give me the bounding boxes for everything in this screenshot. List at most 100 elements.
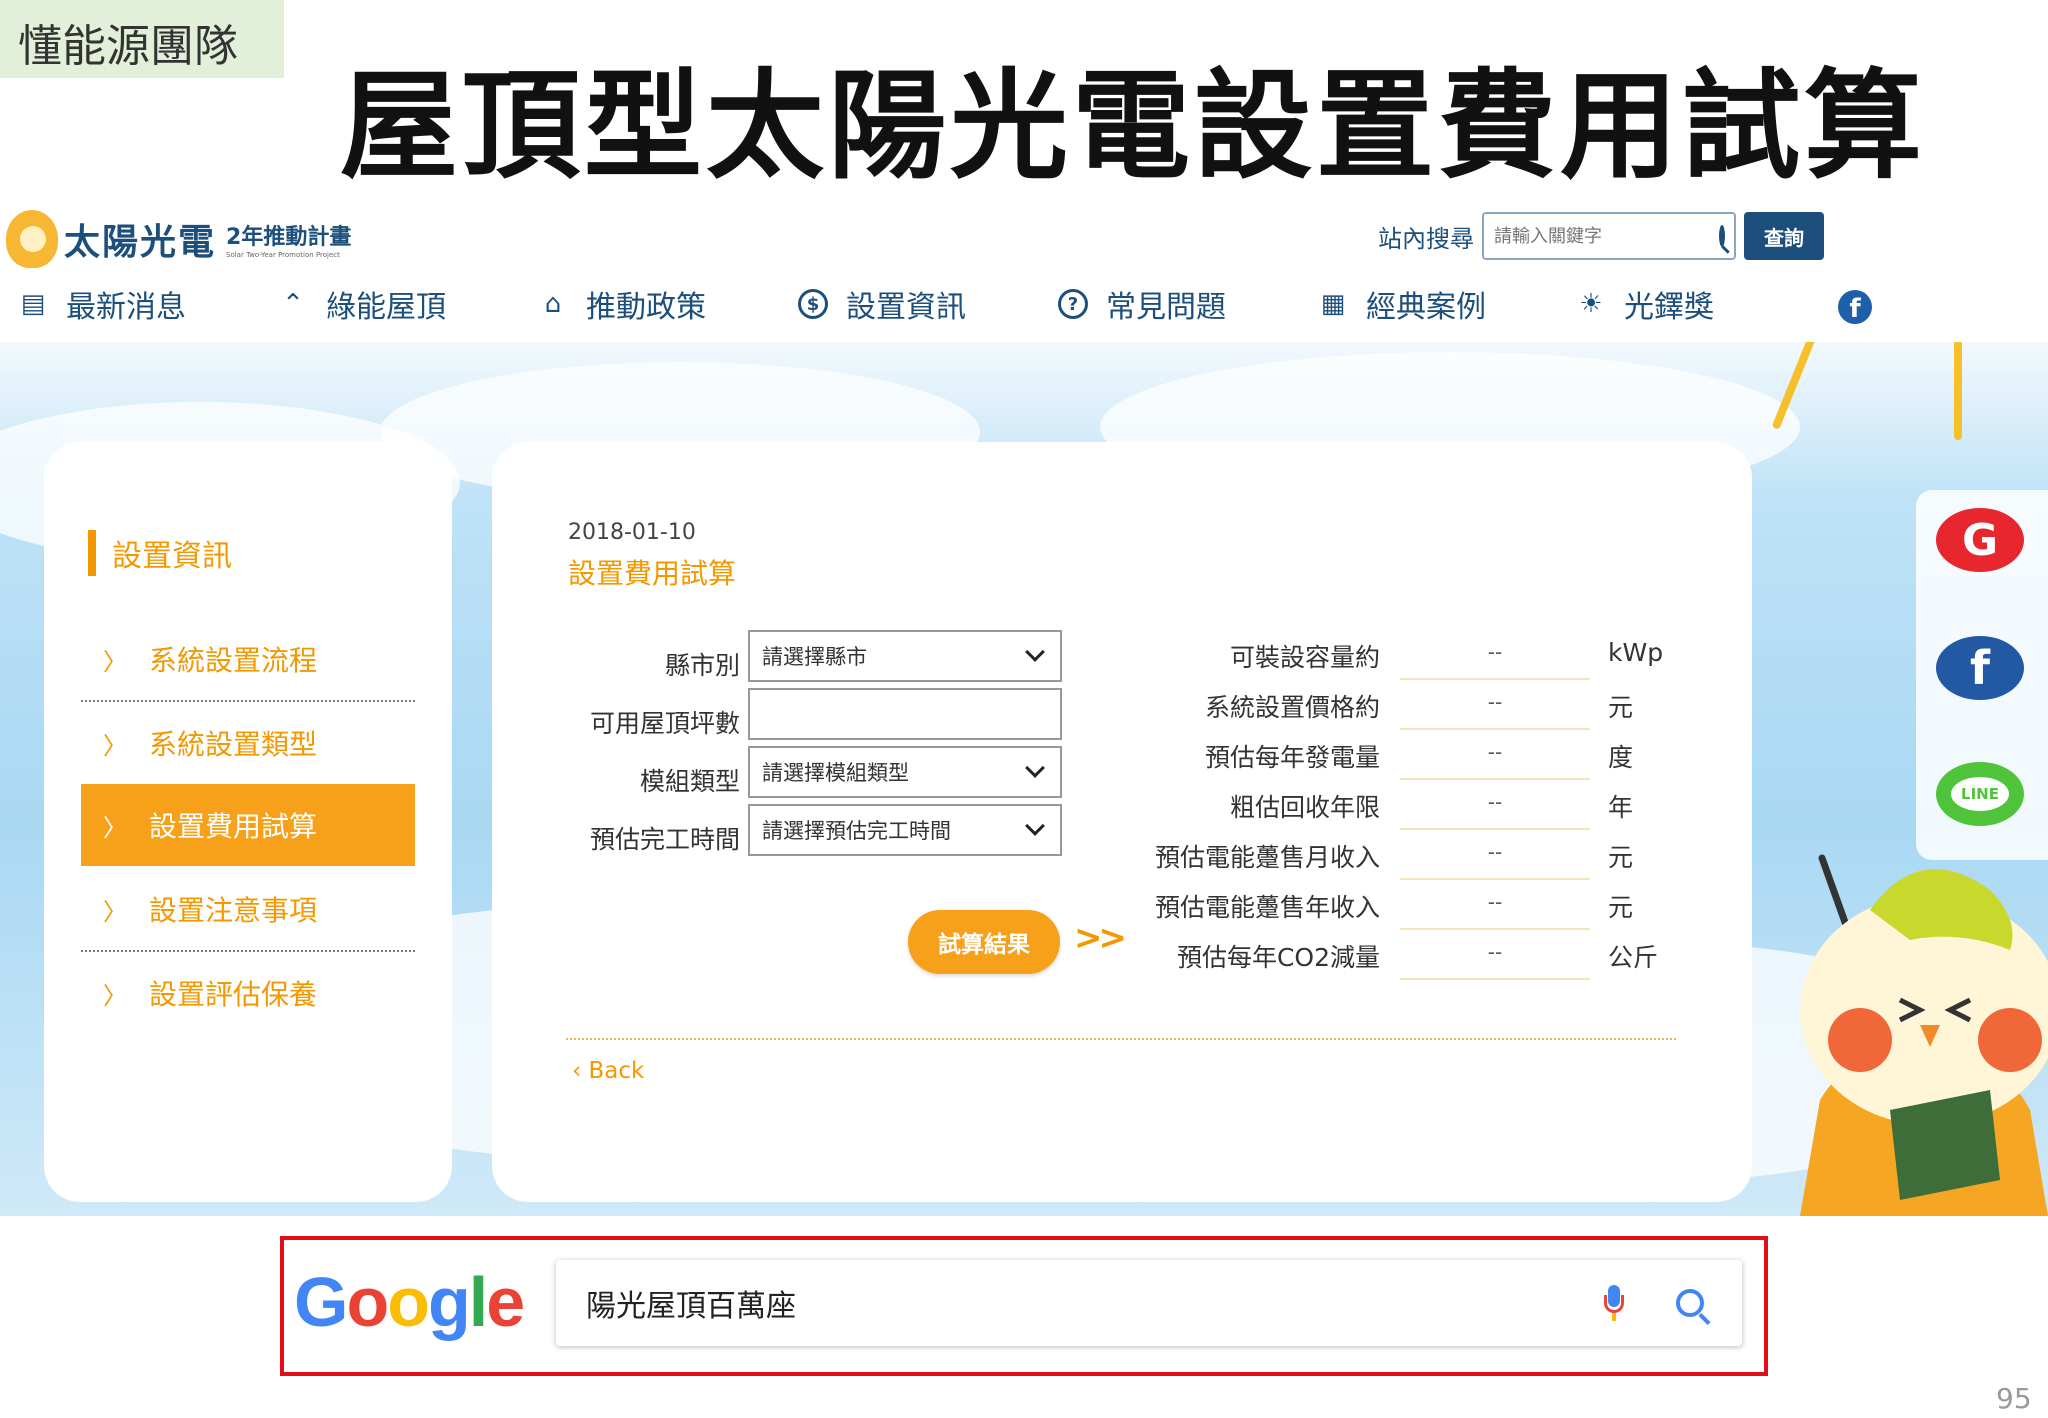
google-logo-letter: l [468,1263,489,1341]
google-search-input[interactable] [586,1285,1604,1321]
page-number: 95 [1996,1382,2032,1415]
nav-item-label: 綠能屋頂 [326,290,446,325]
site-search-box[interactable] [1482,212,1736,260]
post-date: 2018-01-10 [568,520,696,545]
content-divider [566,1038,1676,1040]
team-tag: 懂能源團隊 [0,0,284,78]
nav-item-green-roof[interactable]: ⌃ 綠能屋頂 [278,282,446,326]
result-value: -- [1400,740,1590,780]
nav-item-install-info[interactable]: $ 設置資訊 [798,282,966,326]
county-label: 縣市別 [664,651,740,680]
google-search-box[interactable] [556,1260,1742,1346]
search-icon[interactable] [1719,225,1725,247]
sidebar-item-process[interactable]: 〉 系統設置流程 [81,618,415,700]
county-select[interactable]: 請選擇縣市 [748,630,1062,682]
slide-title: 屋頂型太陽光電設置費用試算 [340,30,1922,201]
logo-sub-text: 2年推動計畫 [226,225,352,250]
chevron-down-icon [1025,758,1045,778]
result-label: 系統設置價格約 [1204,693,1380,722]
google-logo-letter: G [294,1263,348,1341]
site-logo[interactable]: 太陽光電 2年推動計畫 Solar Two-Year Promotion Pro… [6,204,351,274]
chevron-right-icon: 〉 [103,897,127,926]
result-label: 預估每年發電量 [1204,743,1380,772]
result-unit: 年 [1608,793,1634,822]
grid-icon: ▦ [1320,289,1346,319]
nav-item-policy[interactable]: ⌂ 推動政策 [538,282,706,326]
sun-ray [1954,342,1962,440]
logo-text: 太陽光電 [64,221,217,263]
main-nav: ▤ 最新消息 ⌃ 綠能屋頂 ⌂ 推動政策 $ 設置資訊 ? 常見問題 ▦ 經典案… [18,282,1878,332]
sidebar-item-types[interactable]: 〉 系統設置類型 [81,702,415,784]
heading-bar [88,530,96,576]
nav-item-award[interactable]: ☀ 光鐸獎 [1576,282,1714,326]
google-logo-letter: o [346,1263,389,1341]
calculate-button[interactable]: 試算結果 [908,910,1060,974]
back-link-label: Back [588,1058,645,1084]
logo-subtitle: 2年推動計畫 Solar Two-Year Promotion Project [226,219,351,259]
result-unit: 度 [1608,743,1634,772]
sidebar-item-label: 設置注意事項 [149,894,318,927]
site-search-button[interactable]: 查詢 [1744,212,1824,260]
logo-sub-en: Solar Two-Year Promotion Project [226,251,340,259]
module-select-value: 請選擇模組類型 [762,761,909,785]
nav-item-news[interactable]: ▤ 最新消息 [18,282,186,326]
sidebar-item-maintenance[interactable]: 〉 設置評估保養 [81,952,415,1034]
mascot-illustration [1800,854,2048,1216]
chevron-right-icon: 〉 [103,981,127,1010]
google-logo-letter: g [427,1263,471,1341]
sidebar-item-notes[interactable]: 〉 設置注意事項 [81,868,415,950]
result-value: -- [1400,640,1590,680]
post-title: 設置費用試算 [568,557,737,590]
google-search-icon[interactable] [1676,1289,1704,1317]
result-unit: 元 [1608,893,1634,922]
chevron-right-icon: 〉 [103,647,127,676]
google-plus-share-icon[interactable]: G [1936,508,2024,572]
news-icon: ▤ [20,289,46,319]
result-label: 預估每年CO2減量 [1176,943,1380,972]
facebook-icon[interactable]: f [1838,290,1872,324]
nav-item-label: 最新消息 [66,290,186,325]
sidebar-heading-text: 設置資訊 [112,539,232,574]
question-icon: ? [1058,289,1088,319]
back-link[interactable]: ‹ Back [572,1058,644,1084]
nav-item-label: 經典案例 [1366,290,1486,325]
sidebar-heading: 設置資訊 [88,530,232,576]
module-select[interactable]: 請選擇模組類型 [748,746,1062,798]
module-label: 模組類型 [639,767,740,796]
sidebar-item-cost-calc[interactable]: 〉 設置費用試算 [81,784,415,866]
roof-area-input[interactable] [748,688,1062,740]
facebook-share-icon[interactable]: f [1936,636,2024,700]
dollar-icon: $ [798,289,828,319]
completion-select[interactable]: 請選擇預估完工時間 [748,804,1062,856]
sidebar-item-label: 系統設置類型 [149,728,318,761]
county-select-value: 請選擇縣市 [762,645,867,669]
google-logo-letter: o [387,1263,430,1341]
site-search-input[interactable] [1494,225,1719,247]
completion-select-value: 請選擇預估完工時間 [762,819,951,843]
chevron-left-icon: ‹ [572,1058,589,1084]
google-logo-letter: e [486,1263,525,1341]
nav-item-cases[interactable]: ▦ 經典案例 [1318,282,1486,326]
result-label: 可裝設容量約 [1229,643,1380,672]
line-share-icon[interactable]: LINE [1936,762,2024,826]
nav-item-label: 光鐸獎 [1624,290,1714,325]
government-icon: ⌂ [544,289,562,319]
chevron-right-icon: 〉 [103,731,127,760]
chevron-right-icon: 〉 [103,813,127,842]
sidebar-item-label: 設置評估保養 [149,978,318,1011]
site-search: 站內搜尋 查詢 [1378,212,1824,260]
line-share-label: LINE [1951,777,2009,811]
result-label: 預估電能躉售月收入 [1154,843,1380,872]
result-unit: kWp [1608,638,1664,667]
result-unit: 公斤 [1608,943,1659,972]
google-logo: Google [294,1262,525,1342]
result-unit: 元 [1608,693,1634,722]
chevron-down-icon [1025,816,1045,836]
nav-item-faq[interactable]: ? 常見問題 [1058,282,1226,326]
microphone-icon[interactable] [1604,1285,1624,1321]
result-value: -- [1400,790,1590,830]
sidebar-item-label: 設置費用試算 [149,810,318,843]
nav-item-label: 常見問題 [1106,290,1226,325]
completion-label: 預估完工時間 [589,825,740,854]
result-value: -- [1400,890,1590,930]
